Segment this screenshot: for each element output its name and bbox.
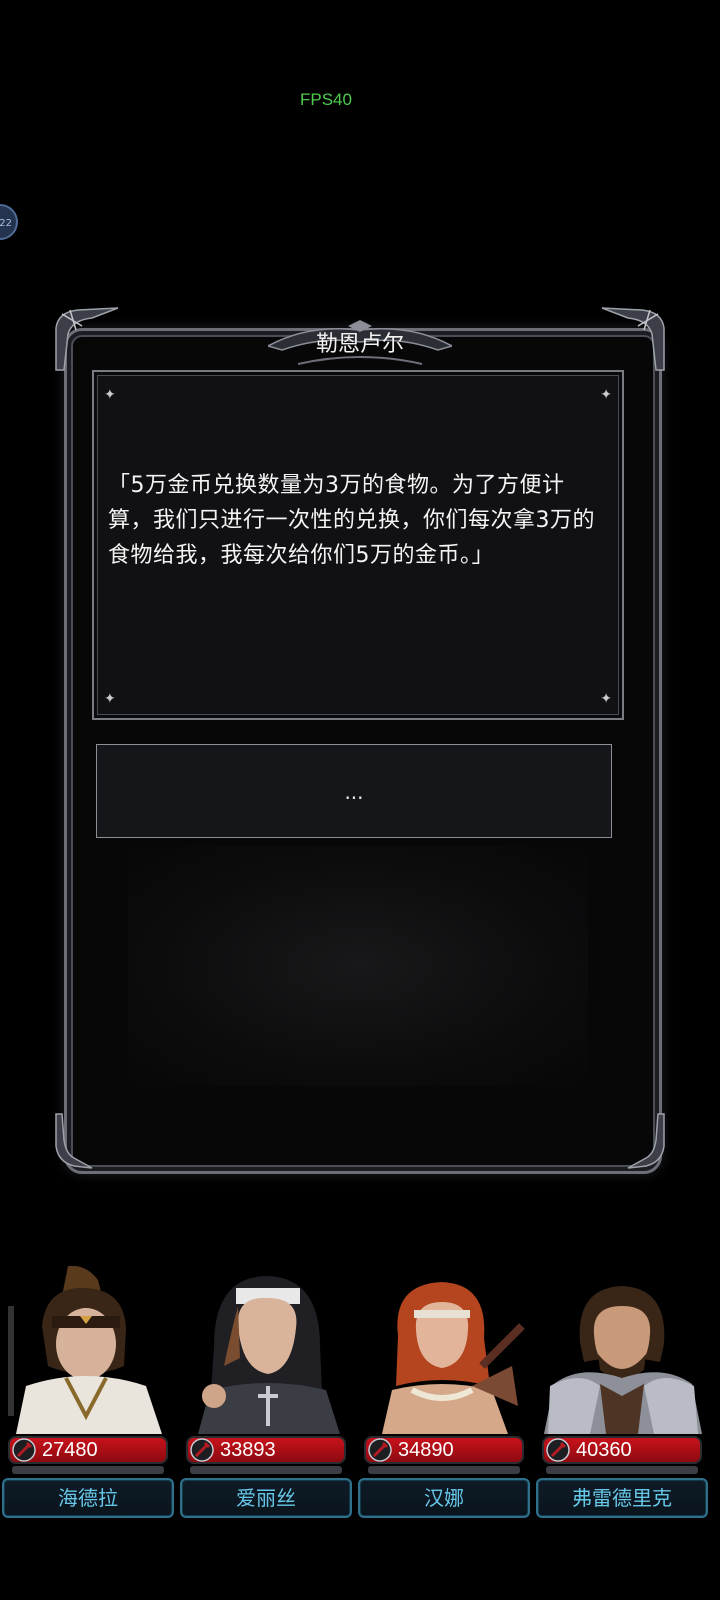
member-name: 爱丽丝 (236, 1486, 296, 1510)
member-name-plate[interactable]: 海德拉 (2, 1478, 174, 1518)
armored-knight-portrait-icon (540, 1266, 704, 1434)
member-name: 弗雷德里克 (572, 1486, 672, 1510)
speaker-name: 勒恩卢尔 (315, 332, 404, 357)
member-name-plate[interactable]: 弗雷德里克 (536, 1478, 708, 1518)
sparkle-icon: ✦ (600, 387, 612, 403)
hp-bar: 40360 (542, 1436, 702, 1464)
sword-emblem-icon (368, 1438, 392, 1462)
hp-value: 40360 (576, 1439, 632, 1461)
dialog-text-box: ✦ ✦ ✦ ✦ 「5万金币兑换数量为3万的食物。为了方便计算，我们只进行一次性的… (92, 370, 624, 720)
frame-ornament-icon (55, 1113, 93, 1169)
member-name: 汉娜 (424, 1486, 464, 1510)
reply-option-label: ... (344, 780, 364, 804)
party-member-card[interactable]: 40360 弗雷德里克 (534, 1256, 710, 1536)
reply-option-button[interactable]: ... (96, 744, 612, 838)
sword-emblem-icon (190, 1438, 214, 1462)
party-member-card[interactable]: 33893 爱丽丝 (178, 1256, 354, 1536)
party-member-card[interactable]: 34890 汉娜 (356, 1256, 532, 1536)
member-name: 海德拉 (58, 1486, 118, 1510)
background-texture (128, 846, 588, 1086)
nun-portrait-icon (184, 1266, 348, 1434)
secondary-bar (12, 1466, 164, 1474)
sparkle-icon: ✦ (104, 387, 116, 403)
dialog-window: 勒恩卢尔 ✦ ✦ ✦ ✦ 「5万金币兑换数量为3万的食物。为了方便计算，我们只进… (55, 306, 665, 1174)
hp-bar: 34890 (364, 1436, 524, 1464)
sparkle-icon: ✦ (104, 691, 116, 707)
secondary-bar (368, 1466, 520, 1474)
hp-value: 33893 (220, 1439, 276, 1461)
sword-emblem-icon (12, 1438, 36, 1462)
hp-value: 27480 (42, 1439, 98, 1461)
sparkle-icon: ✦ (600, 691, 612, 707)
secondary-bar (546, 1466, 698, 1474)
party-member-card[interactable]: 27480 海德拉 (0, 1256, 176, 1536)
frame-ornament-icon (627, 1113, 665, 1169)
member-name-plate[interactable]: 汉娜 (358, 1478, 530, 1518)
woman-headband-portrait-icon (6, 1266, 170, 1434)
secondary-bar (190, 1466, 342, 1474)
floating-assistant-bubble[interactable]: 22 (0, 204, 18, 240)
fps-counter: FPS40 (300, 90, 352, 109)
member-name-plate[interactable]: 爱丽丝 (180, 1478, 352, 1518)
hp-bar: 27480 (8, 1436, 168, 1464)
redhead-warrior-portrait-icon (362, 1266, 526, 1434)
hp-bar: 33893 (186, 1436, 346, 1464)
hp-value: 34890 (398, 1439, 454, 1461)
party-roster: 27480 海德拉 33893 爱丽丝 34890 汉娜 40360 弗雷德里克 (0, 1256, 720, 1536)
sword-emblem-icon (546, 1438, 570, 1462)
dialog-message: 「5万金币兑换数量为3万的食物。为了方便计算，我们只进行一次性的兑换，你们每次拿… (108, 473, 595, 568)
